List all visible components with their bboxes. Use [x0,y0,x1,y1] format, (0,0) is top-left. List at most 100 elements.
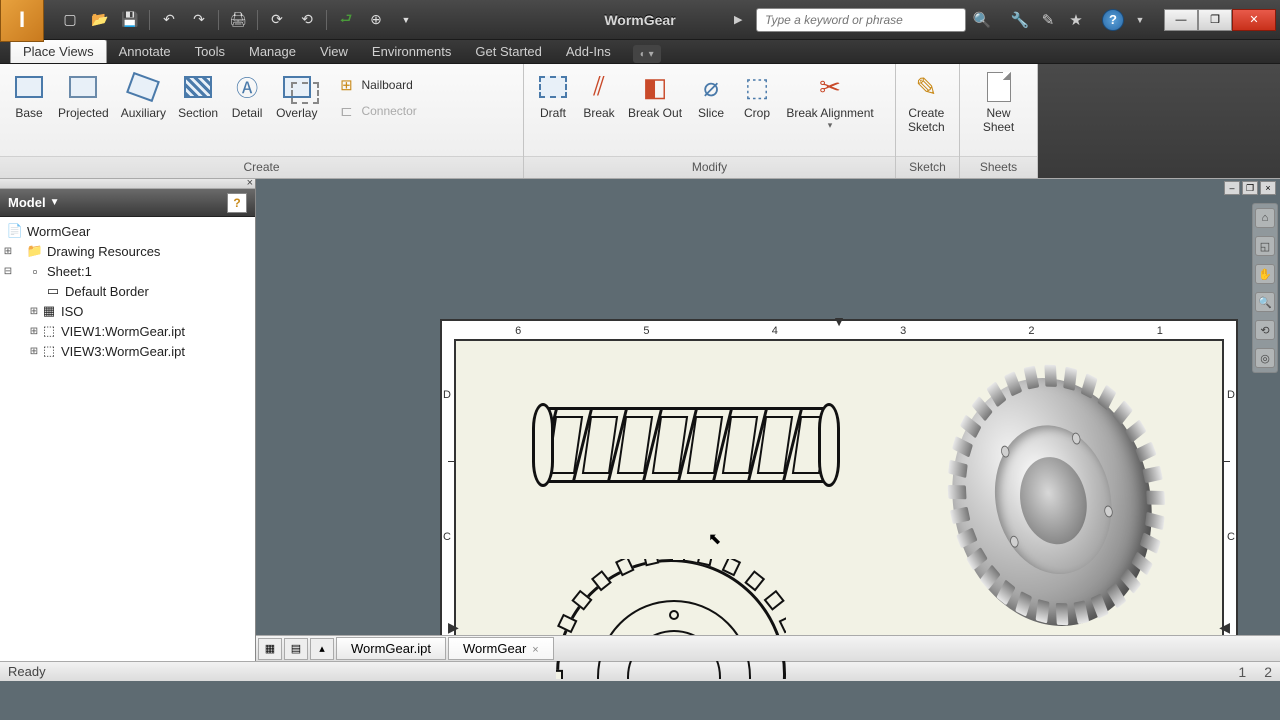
star-icon[interactable]: ★ [1064,8,1088,32]
tab-scroll-icon[interactable]: ▴ [310,638,334,660]
qat-dropdown-icon[interactable]: ▼ [392,7,420,33]
draft-button[interactable]: Draft [530,68,576,122]
app-icon[interactable]: I [0,0,44,42]
crop-button[interactable]: ⬚Crop [734,68,780,122]
browser-title-bar[interactable]: Model▼ ? [0,189,255,217]
minimize-button[interactable]: — [1164,9,1198,31]
print-icon[interactable]: 🖨 [224,7,252,33]
tree-iso[interactable]: ⊞▦ISO [2,301,253,321]
update-all-icon[interactable]: ⟲ [293,7,321,33]
maximize-button[interactable]: ❐ [1198,9,1232,31]
tab-close-icon[interactable]: × [532,644,538,656]
return-icon[interactable]: ⮐ [332,7,360,33]
lookat-icon[interactable]: ◎ [1255,348,1275,368]
tab-view[interactable]: View [308,40,360,63]
close-button[interactable]: ✕ [1232,9,1276,31]
expand-icon[interactable]: ⊞ [28,326,40,337]
ribbon-tabs: Place Views Annotate Tools Manage View E… [0,40,1280,64]
tree-view3[interactable]: ⊞⬚VIEW3:WormGear.ipt [2,341,253,361]
drawing-sheet[interactable]: ▼ 654321 D D C C ▶ ◀ [440,319,1238,661]
tree-root[interactable]: 📄WormGear [2,221,253,241]
auxiliary-view-button[interactable]: Auxiliary [115,68,172,122]
break-button[interactable]: ⫽Break [576,68,622,122]
param-icon[interactable]: ⊕ [362,7,390,33]
home-view-icon[interactable]: ⌂ [1255,208,1275,228]
sheet-border: D D C C ▶ ◀ [454,339,1224,659]
window-title: WormGear [604,12,675,28]
cascade-windows-icon[interactable]: ▤ [284,638,308,660]
update-icon[interactable]: ⟳ [263,7,291,33]
mdi-close-icon[interactable]: × [1260,181,1276,195]
tab-manage[interactable]: Manage [237,40,308,63]
folder-icon: 📁 [26,243,44,259]
tree-sheet[interactable]: ⊟▫Sheet:1 [2,261,253,281]
mdi-restore-icon[interactable]: ❐ [1242,181,1258,195]
overlay-view-button[interactable]: Overlay [270,68,323,122]
expand-icon[interactable]: ⊞ [2,246,14,257]
create-sketch-button[interactable]: ✎Create Sketch [902,68,951,137]
view-gear-front[interactable] [556,559,786,679]
break-out-button[interactable]: ◧Break Out [622,68,688,122]
binoculars-icon[interactable]: 🔍 [970,8,994,32]
view-worm-side[interactable] [546,407,826,483]
pan-icon[interactable]: ✋ [1255,264,1275,284]
base-view-button[interactable]: Base [6,68,52,122]
redo-icon[interactable]: ↷ [185,7,213,33]
help-dropdown-icon[interactable]: ▼ [1128,8,1152,32]
section-view-button[interactable]: Section [172,68,224,122]
viewcube-icon[interactable]: ◱ [1255,236,1275,256]
drawing-canvas[interactable]: – ❐ × ⌂ ◱ ✋ 🔍 ⟲ ◎ ▼ 654321 D D C C ▶ [256,179,1280,661]
tree-default-border[interactable]: ▭Default Border [2,281,253,301]
open-icon[interactable]: 📂 [86,7,114,33]
border-icon: ▭ [44,283,62,299]
browser-close-icon[interactable]: × [247,177,253,189]
expand-icon[interactable]: ⊞ [28,306,40,317]
undo-icon[interactable]: ↶ [155,7,183,33]
help-icon[interactable]: ? [1102,9,1124,31]
projected-view-button[interactable]: Projected [52,68,115,122]
tab-environments[interactable]: Environments [360,40,463,63]
tab-place-views[interactable]: Place Views [10,39,107,63]
view-icon: ⬚ [40,343,58,359]
search-area: ▶ 🔍 🔧 ✎ ★ ? ▼ — ❐ ✕ [734,8,1280,32]
search-toggle-icon[interactable]: ▶ [734,13,752,26]
search-input[interactable] [756,8,966,32]
collapse-icon[interactable]: ⊟ [2,266,14,277]
mdi-minimize-icon[interactable]: – [1224,181,1240,195]
zoom-icon[interactable]: 🔍 [1255,292,1275,312]
tile-windows-icon[interactable]: ▦ [258,638,282,660]
center-marker-left-icon: ▶ [448,619,459,636]
new-icon[interactable]: ▢ [56,7,84,33]
appearance-toggle-icon[interactable]: ◐ ▾ [633,45,661,63]
tree-drawing-resources[interactable]: ⊞📁Drawing Resources [2,241,253,261]
nailboard-button[interactable]: ⊞Nailboard [331,74,422,96]
orbit-icon[interactable]: ⟲ [1255,320,1275,340]
tree-view1[interactable]: ⊞⬚VIEW1:WormGear.ipt [2,321,253,341]
tab-get-started[interactable]: Get Started [463,40,553,63]
key-icon[interactable]: 🔧 [1008,8,1032,32]
new-sheet-button[interactable]: New Sheet [966,68,1031,137]
page-1[interactable]: 1 [1238,664,1246,680]
browser-help-icon[interactable]: ? [227,193,247,213]
save-icon[interactable]: 💾 [116,7,144,33]
pin-icon[interactable]: ✎ [1036,8,1060,32]
mdi-controls: – ❐ × [1224,181,1276,195]
tab-annotate[interactable]: Annotate [107,40,183,63]
doc-tab-ipt[interactable]: WormGear.ipt [336,637,446,660]
tab-add-ins[interactable]: Add-Ins [554,40,623,63]
ruler-top: 654321 [454,319,1224,337]
document-tabs: ▦ ▤ ▴ WormGear.ipt WormGear× [256,635,1280,661]
tab-tools[interactable]: Tools [183,40,237,63]
work-area: × Model▼ ? 📄WormGear ⊞📁Drawing Resources… [0,179,1280,661]
group-sheets-label: Sheets [960,156,1037,178]
page-2[interactable]: 2 [1264,664,1272,680]
doc-tab-drawing[interactable]: WormGear× [448,637,554,660]
ribbon: Base Projected Auxiliary Section ⒶDetail… [0,64,1280,179]
expand-icon[interactable]: ⊞ [28,346,40,357]
slice-button[interactable]: ⌀Slice [688,68,734,122]
detail-view-button[interactable]: ⒶDetail [224,68,270,122]
break-alignment-button[interactable]: ✂Break Alignment▾ [780,68,880,133]
view-gear-isometric[interactable] [932,377,1182,647]
model-browser: × Model▼ ? 📄WormGear ⊞📁Drawing Resources… [0,179,256,661]
view-icon: ⬚ [40,323,58,339]
